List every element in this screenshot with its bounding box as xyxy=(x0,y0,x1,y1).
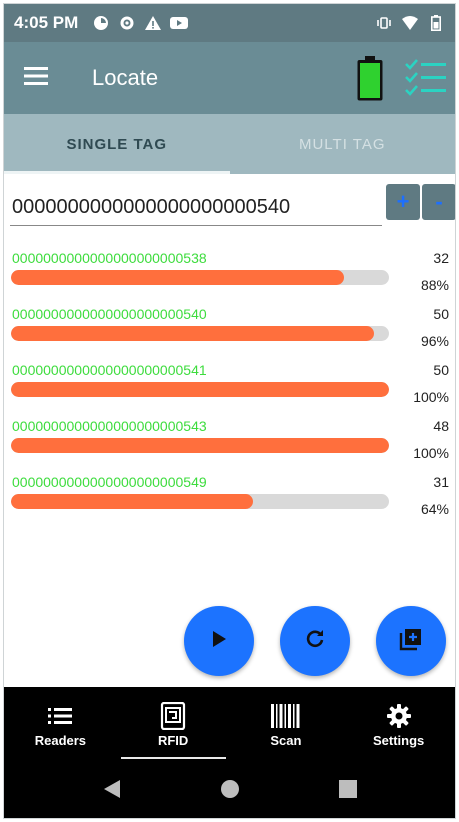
tab-single-tag[interactable]: SINGLE TAG xyxy=(4,114,230,174)
menu-button[interactable] xyxy=(4,42,68,114)
hamburger-icon xyxy=(24,66,48,90)
battery-icon xyxy=(356,56,384,102)
app-bar: Locate xyxy=(4,42,455,114)
sync-icon xyxy=(92,14,110,32)
tag-rssi: 31 xyxy=(433,474,449,490)
nav-readers[interactable]: Readers xyxy=(4,687,117,763)
nav-scan[interactable]: Scan xyxy=(230,687,343,763)
home-circle-icon xyxy=(220,779,240,804)
tab-multi-tag-label: MULTI TAG xyxy=(298,135,386,153)
refresh-icon xyxy=(304,628,326,655)
back-triangle-icon xyxy=(103,779,121,804)
settings-status-icon xyxy=(118,14,136,32)
signal-bar-fill xyxy=(11,494,253,509)
tag-list: 0000000000000000000000538 32 88% 0000000… xyxy=(4,244,455,524)
gear-icon xyxy=(386,703,411,729)
list-item[interactable]: 0000000000000000000000541 50 100% xyxy=(4,356,455,412)
status-time: 4:05 PM xyxy=(14,13,79,32)
active-nav-indicator xyxy=(120,757,226,759)
list-item[interactable]: 0000000000000000000000540 50 96% xyxy=(4,300,455,356)
tag-percent: 100% xyxy=(413,389,449,405)
bottom-nav: Readers RFID Scan Settings xyxy=(4,687,455,763)
tag-percent: 88% xyxy=(420,277,449,293)
list-item[interactable]: 0000000000000000000000549 31 64% xyxy=(4,468,455,524)
tag-rssi: 50 xyxy=(433,306,449,322)
nav-rfid[interactable]: RFID xyxy=(117,687,230,763)
signal-bar-fill xyxy=(11,382,389,397)
phone-screen: 4:05 PM Locate SINGLE TAG MULTI TAG 0000… xyxy=(3,3,456,819)
tag-rssi: 32 xyxy=(433,250,449,266)
play-icon xyxy=(209,629,229,654)
tag-id: 0000000000000000000000543 xyxy=(12,418,207,434)
recents-square-icon xyxy=(338,780,357,803)
battery-status-icon xyxy=(427,14,445,32)
home-button[interactable] xyxy=(219,779,241,804)
tag-percent: 100% xyxy=(413,445,449,461)
signal-bar xyxy=(11,326,389,341)
rfid-icon xyxy=(159,701,187,730)
system-nav-bar xyxy=(4,763,455,818)
minus-button[interactable]: - xyxy=(422,184,455,220)
wifi-icon xyxy=(401,14,419,32)
tag-percent: 96% xyxy=(420,333,449,349)
active-tab-indicator xyxy=(4,171,230,174)
add-button[interactable] xyxy=(376,606,446,676)
nav-readers-label: Readers xyxy=(34,732,87,748)
signal-bar xyxy=(11,494,389,509)
nav-settings[interactable]: Settings xyxy=(342,687,455,763)
recents-button[interactable] xyxy=(337,780,359,803)
checklist-icon[interactable] xyxy=(404,58,448,98)
warning-icon xyxy=(144,14,162,32)
list-item[interactable]: 0000000000000000000000538 32 88% xyxy=(4,244,455,300)
signal-bar-fill xyxy=(11,438,389,453)
signal-bar-fill xyxy=(11,326,374,341)
nav-rfid-label: RFID xyxy=(157,732,189,748)
back-button[interactable] xyxy=(101,779,123,804)
tag-id: 0000000000000000000000540 xyxy=(12,306,207,322)
youtube-icon xyxy=(170,14,189,32)
signal-bar xyxy=(11,382,389,397)
signal-bar xyxy=(11,270,389,285)
list-item[interactable]: 0000000000000000000000543 48 100% xyxy=(4,412,455,468)
target-row: + - xyxy=(4,176,455,228)
tag-id: 0000000000000000000000549 xyxy=(12,474,207,490)
tab-multi-tag[interactable]: MULTI TAG xyxy=(230,114,456,174)
signal-bar-fill xyxy=(11,270,344,285)
nav-settings-label: Settings xyxy=(372,732,425,748)
list-icon xyxy=(48,703,73,729)
target-tag-input[interactable] xyxy=(10,190,382,226)
tag-percent: 64% xyxy=(420,501,449,517)
signal-bar xyxy=(11,438,389,453)
vibrate-icon xyxy=(375,14,393,32)
tab-bar: SINGLE TAG MULTI TAG xyxy=(4,114,455,174)
refresh-button[interactable] xyxy=(280,606,350,676)
tab-single-tag-label: SINGLE TAG xyxy=(66,135,168,153)
tag-id: 0000000000000000000000538 xyxy=(12,250,207,266)
start-button[interactable] xyxy=(184,606,254,676)
status-bar: 4:05 PM xyxy=(4,4,455,42)
tag-rssi: 50 xyxy=(433,362,449,378)
plus-button[interactable]: + xyxy=(386,184,420,220)
tag-id: 0000000000000000000000541 xyxy=(12,362,207,378)
tag-rssi: 48 xyxy=(433,418,449,434)
nav-scan-label: Scan xyxy=(270,732,302,748)
library-add-icon xyxy=(399,627,423,656)
page-title: Locate xyxy=(92,65,159,90)
barcode-icon xyxy=(270,703,301,729)
